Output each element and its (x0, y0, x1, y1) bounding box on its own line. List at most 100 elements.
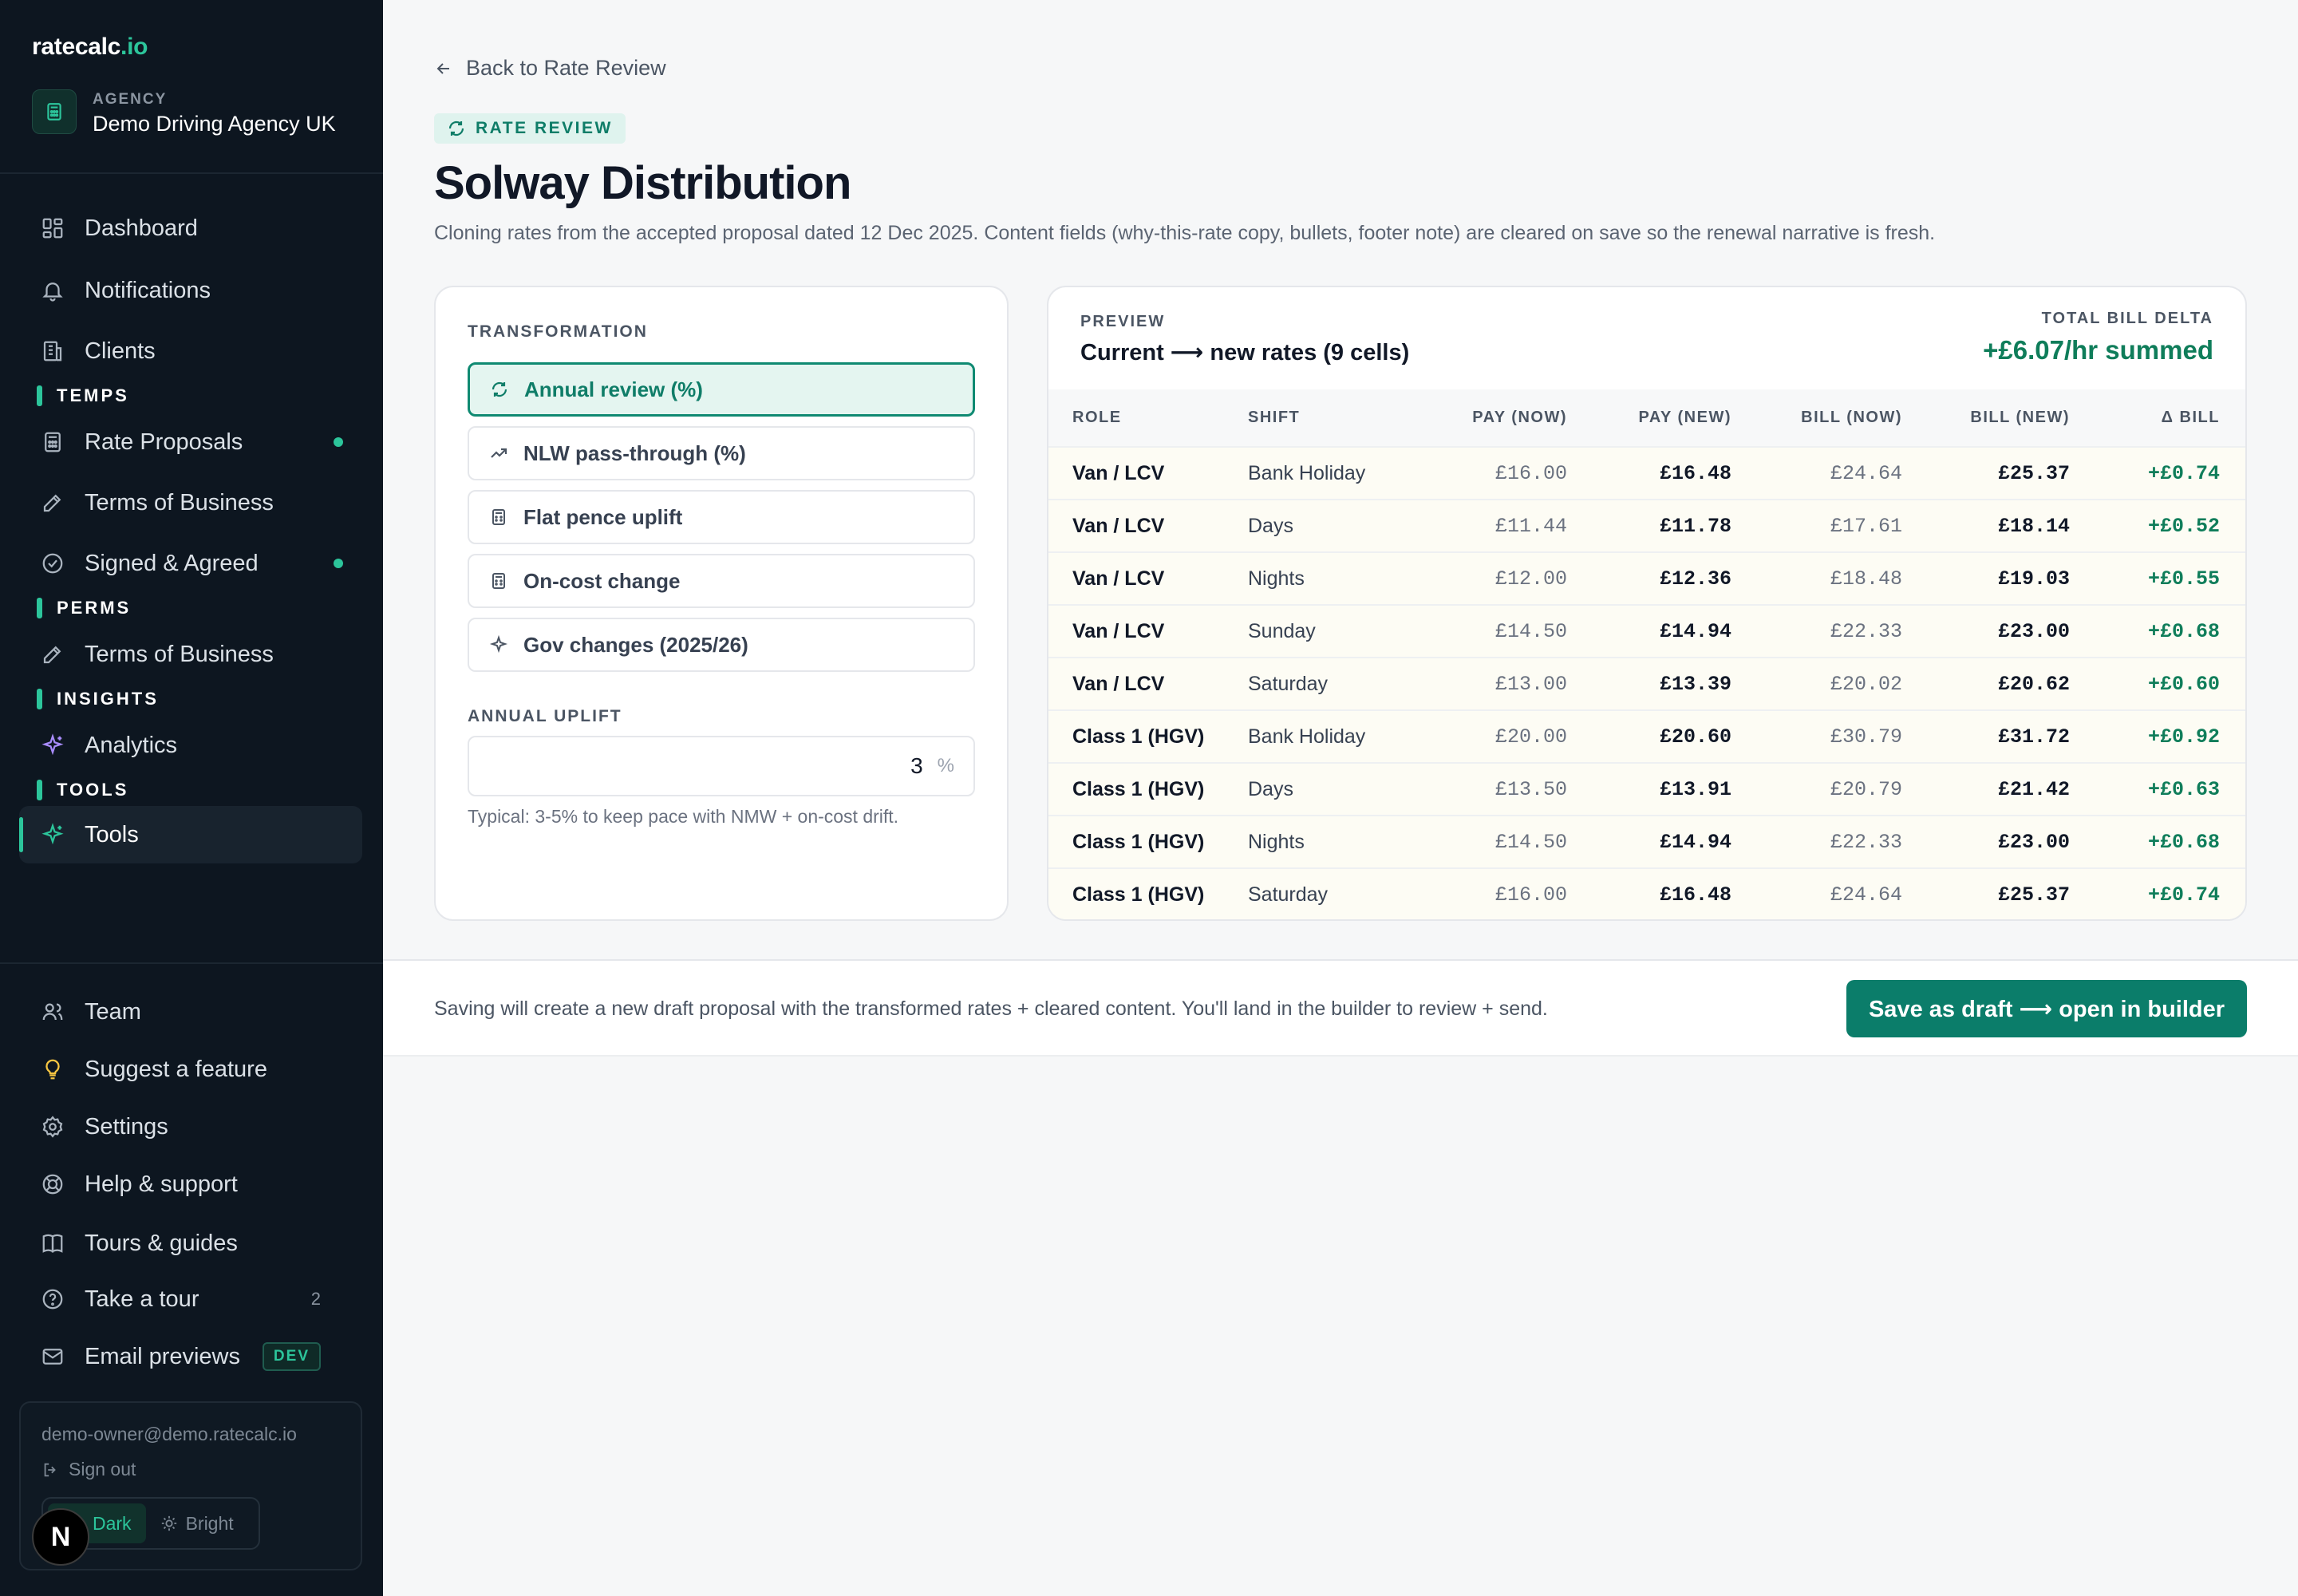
save-as-draft-button[interactable]: Save as draft ⟶ open in builder (1846, 980, 2247, 1037)
cell-pay-new: £11.78 (1567, 500, 1731, 552)
sign-out-label: Sign out (69, 1459, 136, 1480)
cell-pay-new: £20.60 (1567, 710, 1731, 763)
sidebar-item-rate-proposals[interactable]: Rate Proposals (19, 413, 362, 471)
sidebar-item-help-support[interactable]: Help & support (19, 1156, 362, 1213)
sidebar-item-terms-of-business-perms[interactable]: Terms of Business (19, 626, 362, 683)
rates-table: ROLE SHIFT PAY (NOW) PAY (NEW) BILL (NOW… (1048, 389, 2245, 921)
cell-pay-now: £13.00 (1408, 658, 1567, 710)
cell-role: Class 1 (HGV) (1048, 710, 1248, 763)
brand-tld: .io (120, 34, 148, 60)
cell-pay-now: £20.00 (1408, 710, 1567, 763)
total-bill-delta-value: +£6.07/hr summed (1983, 335, 2213, 365)
annual-uplift-label: ANNUAL UPLIFT (468, 707, 622, 726)
cell-delta-bill: +£0.63 (2070, 763, 2245, 816)
cell-pay-now: £16.00 (1408, 447, 1567, 500)
cell-bill-new: £20.62 (1902, 658, 2070, 710)
sidebar-item-analytics[interactable]: Analytics (19, 717, 362, 774)
bell-icon (38, 276, 67, 305)
cell-pay-now: £13.50 (1408, 763, 1567, 816)
option-nlw-pass-through[interactable]: NLW pass-through (%) (468, 426, 975, 480)
sidebar-item-team[interactable]: Team (19, 983, 362, 1041)
option-label: Annual review (%) (524, 377, 703, 402)
sidebar-item-label: Notifications (85, 278, 211, 304)
sidebar-item-signed-agreed[interactable]: Signed & Agreed (19, 535, 362, 592)
sidebar-item-label: Terms of Business (85, 490, 274, 516)
user-email: demo-owner@demo.ratecalc.io (41, 1424, 297, 1445)
cell-delta-bill: +£0.60 (2070, 658, 2245, 710)
theme-bright-button[interactable]: Bright (146, 1503, 248, 1543)
agency-avatar[interactable] (32, 89, 77, 134)
rate-review-pill: RATE REVIEW (434, 113, 626, 144)
sidebar-item-tours-guides[interactable]: Tours & guides (19, 1215, 362, 1272)
cell-bill-new: £23.00 (1902, 605, 2070, 658)
sidebar-item-dashboard[interactable]: Dashboard (19, 200, 362, 257)
lifebuoy-icon (38, 1170, 67, 1199)
brand-name: ratecalc (32, 34, 120, 60)
sidebar-item-notifications[interactable]: Notifications (19, 262, 362, 319)
calculator-icon (488, 507, 509, 527)
agency-name[interactable]: Demo Driving Agency UK (93, 112, 336, 136)
table-row: Class 1 (HGV)Nights£14.50£14.94£22.33£23… (1048, 816, 2245, 868)
option-gov-changes[interactable]: Gov changes (2025/26) (468, 618, 975, 672)
option-on-cost-change[interactable]: On-cost change (468, 554, 975, 608)
lightbulb-icon (38, 1055, 67, 1084)
sidebar-item-take-tour[interactable]: Take a tour 2 (19, 1270, 362, 1328)
cell-pay-now: £16.00 (1408, 868, 1567, 921)
cell-delta-bill: +£0.55 (2070, 552, 2245, 605)
sidebar-item-label: Email previews (85, 1344, 240, 1370)
save-footer-bar: Saving will create a new draft proposal … (383, 959, 2298, 1057)
sidebar-item-tools[interactable]: Tools (19, 806, 362, 863)
calculator-icon (44, 101, 65, 122)
column-header: PAY (NEW) (1567, 389, 1731, 447)
sidebar-item-clients[interactable]: Clients (19, 322, 362, 380)
sidebar-item-suggest-feature[interactable]: Suggest a feature (19, 1041, 362, 1098)
cell-shift: Nights (1248, 552, 1408, 605)
sidebar-item-terms-of-business-temps[interactable]: Terms of Business (19, 474, 362, 531)
cell-delta-bill: +£0.74 (2070, 447, 2245, 500)
theme-bright-label: Bright (186, 1513, 234, 1535)
cell-role: Class 1 (HGV) (1048, 763, 1248, 816)
cell-shift: Sunday (1248, 605, 1408, 658)
option-flat-pence-uplift[interactable]: Flat pence uplift (468, 490, 975, 544)
column-header: ROLE (1048, 389, 1248, 447)
cell-pay-new: £13.39 (1567, 658, 1731, 710)
section-label-insights: INSIGHTS (37, 689, 159, 709)
cell-bill-now: £24.64 (1731, 868, 1902, 921)
cell-shift: Days (1248, 763, 1408, 816)
sidebar-item-label: Rate Proposals (85, 429, 243, 456)
sidebar-item-label: Signed & Agreed (85, 551, 259, 577)
annual-uplift-input[interactable]: 3 % (468, 736, 975, 796)
option-annual-review[interactable]: Annual review (%) (468, 362, 975, 417)
sidebar-item-label: Settings (85, 1114, 168, 1140)
save-footer-text: Saving will create a new draft proposal … (434, 998, 1548, 1021)
cell-delta-bill: +£0.92 (2070, 710, 2245, 763)
option-label: NLW pass-through (%) (523, 441, 746, 466)
column-header: PAY (NOW) (1408, 389, 1567, 447)
sign-out-icon (41, 1461, 59, 1479)
cell-bill-new: £18.14 (1902, 500, 2070, 552)
cell-shift: Bank Holiday (1248, 447, 1408, 500)
sidebar-item-email-previews[interactable]: Email previews DEV (19, 1328, 362, 1385)
cell-role: Class 1 (HGV) (1048, 868, 1248, 921)
cell-pay-now: £11.44 (1408, 500, 1567, 552)
trend-up-icon (488, 443, 509, 464)
sign-out-link[interactable]: Sign out (41, 1459, 136, 1480)
brand-logo[interactable]: ratecalc.io (32, 34, 148, 61)
tour-count: 2 (311, 1289, 321, 1310)
page-subtitle: Cloning rates from the accepted proposal… (434, 222, 1935, 245)
cell-bill-now: £30.79 (1731, 710, 1902, 763)
new-indicator-dot (334, 559, 343, 568)
back-link[interactable]: Back to Rate Review (434, 56, 666, 81)
cell-delta-bill: +£0.74 (2070, 868, 2245, 921)
cell-bill-new: £25.37 (1902, 447, 2070, 500)
grid-icon (38, 214, 67, 243)
cell-bill-now: £22.33 (1731, 605, 1902, 658)
next-dev-badge[interactable]: N (32, 1508, 89, 1566)
mail-icon (38, 1342, 67, 1371)
sidebar-divider (0, 172, 383, 174)
cell-shift: Days (1248, 500, 1408, 552)
page-title: Solway Distribution (434, 156, 851, 210)
cell-bill-new: £31.72 (1902, 710, 2070, 763)
sidebar-item-settings[interactable]: Settings (19, 1098, 362, 1156)
cell-bill-now: £18.48 (1731, 552, 1902, 605)
